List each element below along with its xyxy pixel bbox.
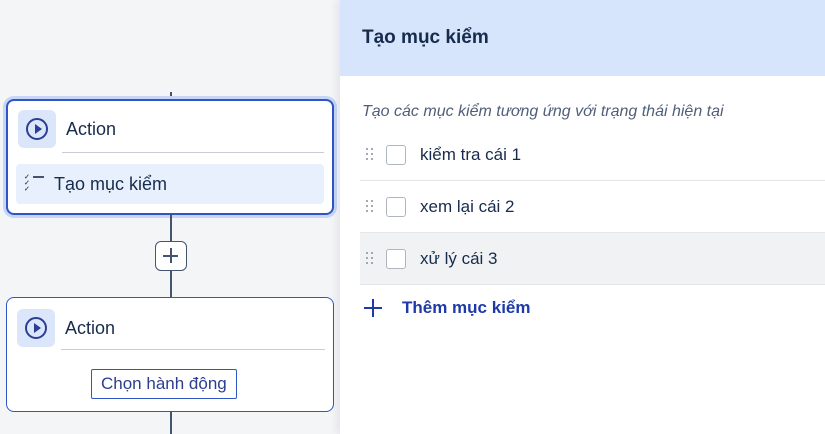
drag-handle-icon[interactable] (366, 199, 374, 214)
drag-handle-icon[interactable] (366, 251, 374, 266)
item-checkbox[interactable] (386, 248, 406, 269)
plus-icon (364, 299, 382, 317)
choose-action-button[interactable]: Chọn hành động (91, 369, 237, 399)
action-label: Action (66, 118, 117, 139)
connector-line (170, 270, 172, 298)
divider (62, 152, 324, 153)
add-step-button[interactable] (155, 241, 187, 271)
item-label[interactable]: kiểm tra cái 1 (420, 145, 521, 165)
checklist-item[interactable]: xem lại cái 2 (360, 181, 825, 233)
add-item-label[interactable]: Thêm mục kiểm (402, 298, 531, 318)
action-icon-box (17, 309, 55, 347)
workflow-canvas: Action ✓ ✓ ✓ Tạo mục kiểm Action Chọn hành… (0, 0, 340, 434)
connector-line (170, 214, 172, 244)
action-icon-box (18, 110, 56, 148)
play-circle-icon (26, 118, 48, 140)
checklist-icon: ✓ ✓ ✓ (24, 174, 44, 193)
drag-handle-icon[interactable] (366, 147, 374, 162)
action-label: Action (65, 317, 116, 338)
action-card-selected[interactable]: Action ✓ ✓ ✓ Tạo mục kiểm (6, 99, 334, 215)
panel-header: Tạo mục kiểm (340, 0, 825, 76)
action-card[interactable]: Action Chọn hành động (6, 297, 334, 412)
panel-description: Tạo các mục kiểm tương ứng với trạng thá… (362, 103, 724, 120)
action-header[interactable]: Action (18, 110, 116, 148)
action-header[interactable]: Action (17, 309, 115, 347)
checklist-panel: Tạo mục kiểm Tạo các mục kiểm tương ứng … (340, 0, 825, 434)
divider (61, 349, 325, 350)
checklist-item[interactable]: xử lý cái 3 (360, 233, 825, 285)
item-checkbox[interactable] (386, 196, 406, 217)
item-checkbox[interactable] (386, 144, 406, 165)
add-checklist-item-button[interactable]: Thêm mục kiểm (364, 298, 531, 318)
play-circle-icon (25, 317, 47, 339)
step-create-checklist[interactable]: ✓ ✓ ✓ Tạo mục kiểm (16, 164, 324, 204)
item-label[interactable]: xử lý cái 3 (420, 249, 498, 269)
panel-title: Tạo mục kiểm (362, 27, 489, 48)
item-label[interactable]: xem lại cái 2 (420, 197, 514, 217)
connector-line (170, 411, 172, 434)
step-label: Tạo mục kiểm (54, 173, 168, 194)
checklist-item[interactable]: kiểm tra cái 1 (360, 129, 825, 181)
